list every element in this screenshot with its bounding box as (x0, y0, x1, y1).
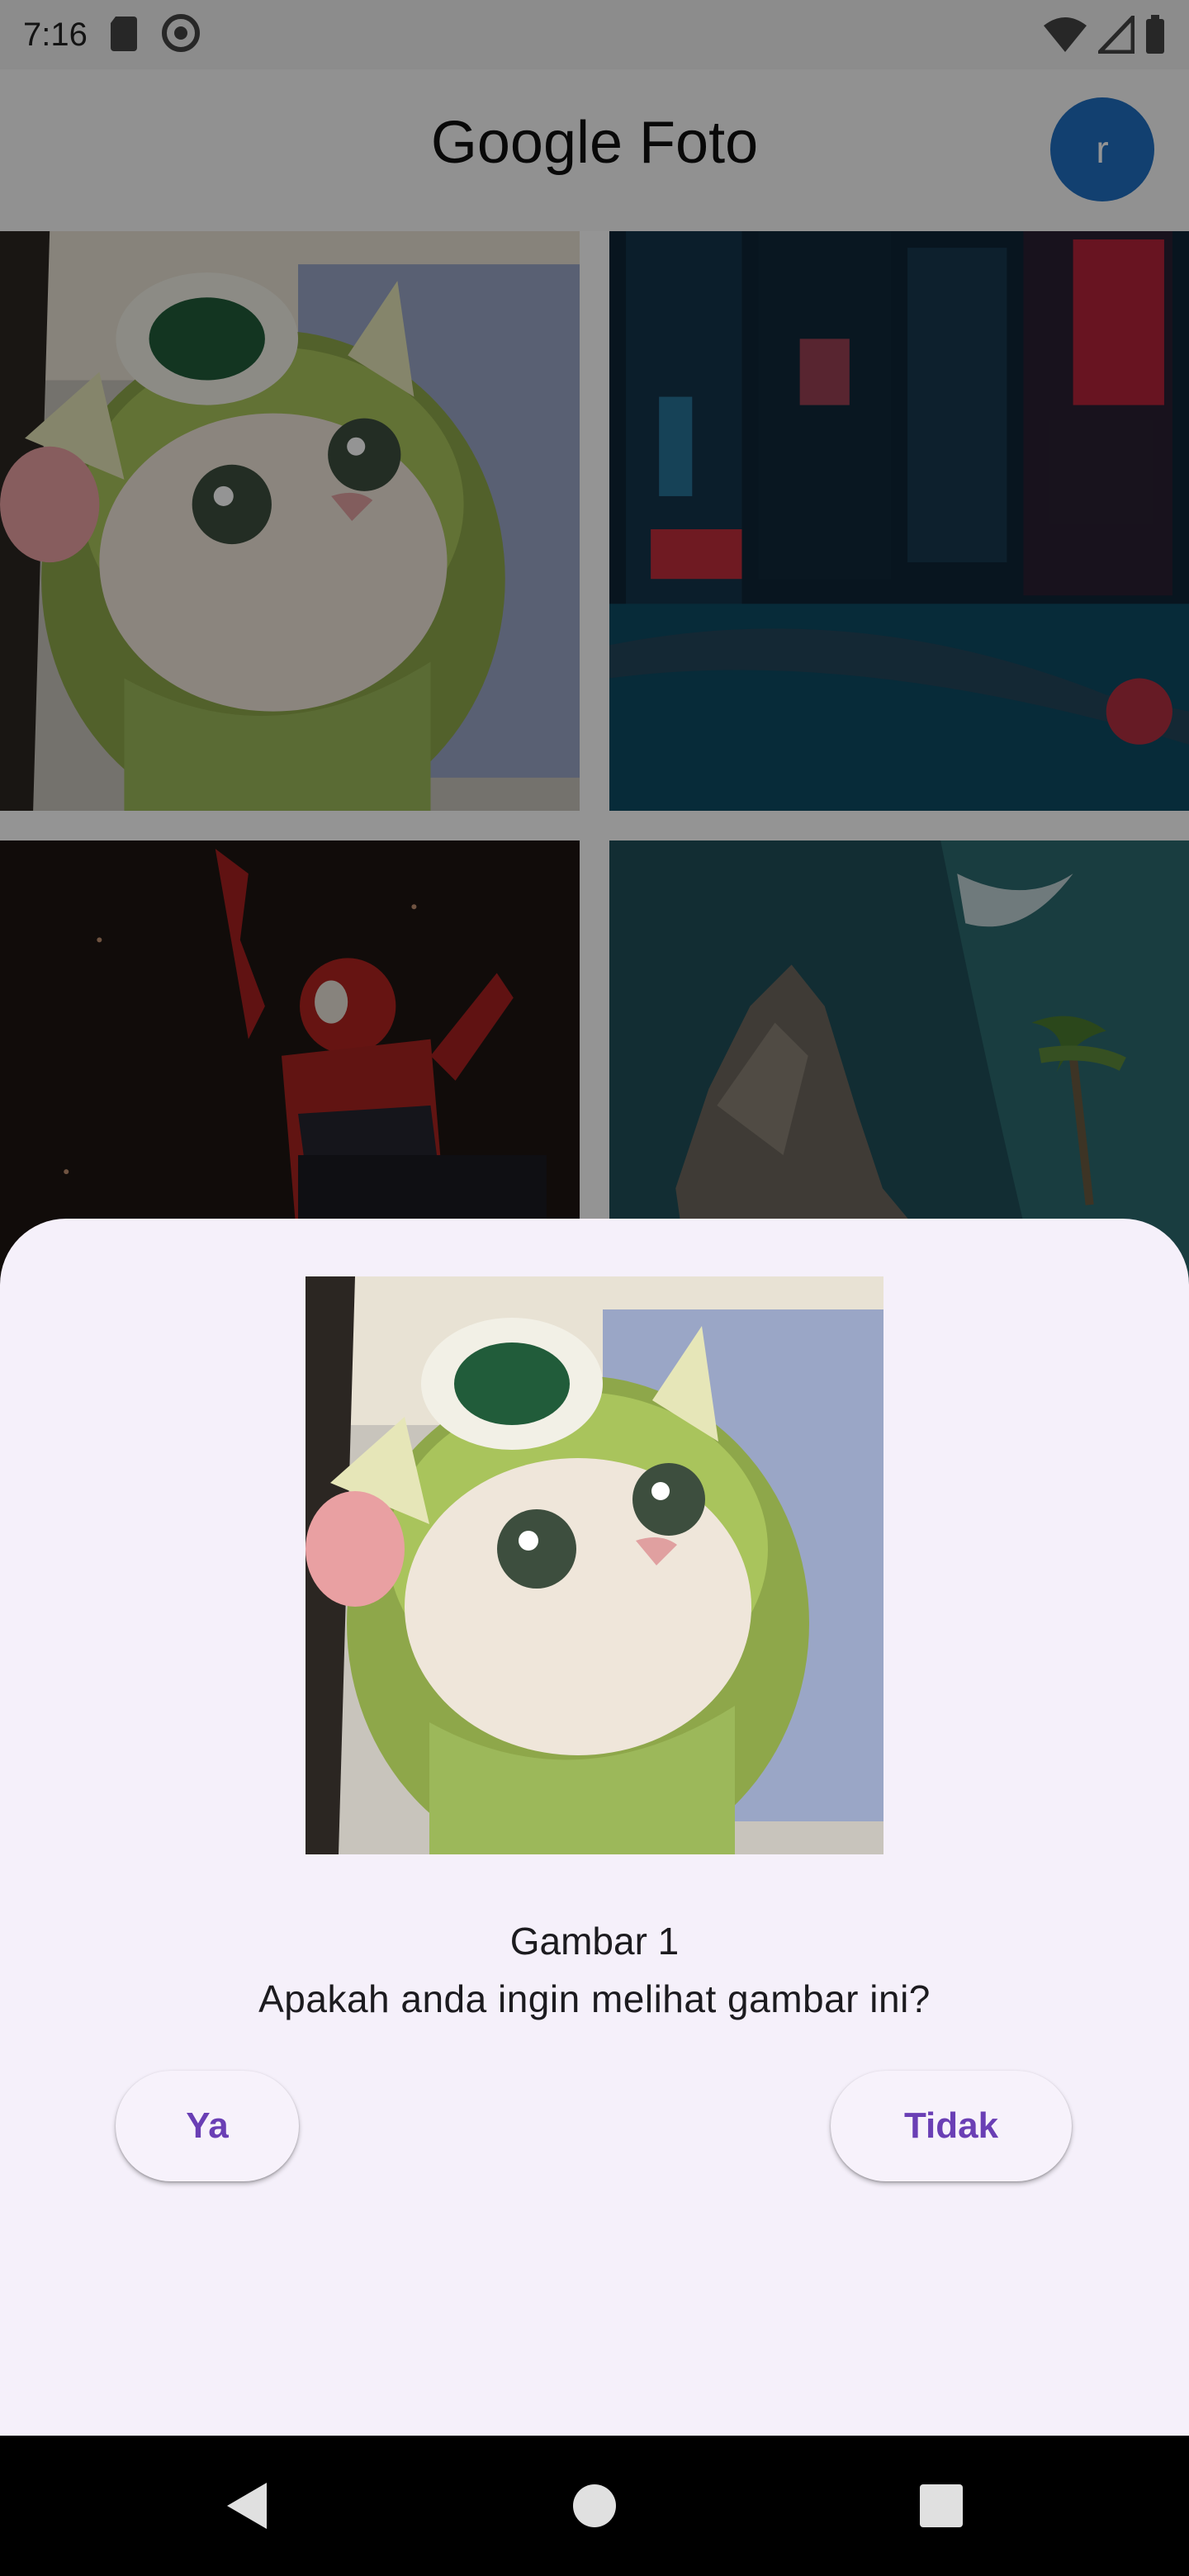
back-icon[interactable] (211, 2469, 285, 2543)
system-nav-bar (0, 2436, 1189, 2576)
no-button[interactable]: Tidak (831, 2071, 1072, 2181)
screen: 7:16 Google Foto r Gambar 1 Apakah anda … (0, 0, 1189, 2576)
bottom-sheet: Gambar 1 Apakah anda ingin melihat gamba… (0, 1219, 1189, 2436)
recents-icon[interactable] (904, 2469, 978, 2543)
home-icon[interactable] (557, 2469, 632, 2543)
dialog-title: Gambar 1 (509, 1920, 680, 1963)
yes-button[interactable]: Ya (116, 2071, 299, 2181)
preview-image (306, 1276, 883, 1854)
dialog-question: Apakah anda ingin melihat gambar ini? (258, 1977, 931, 2020)
